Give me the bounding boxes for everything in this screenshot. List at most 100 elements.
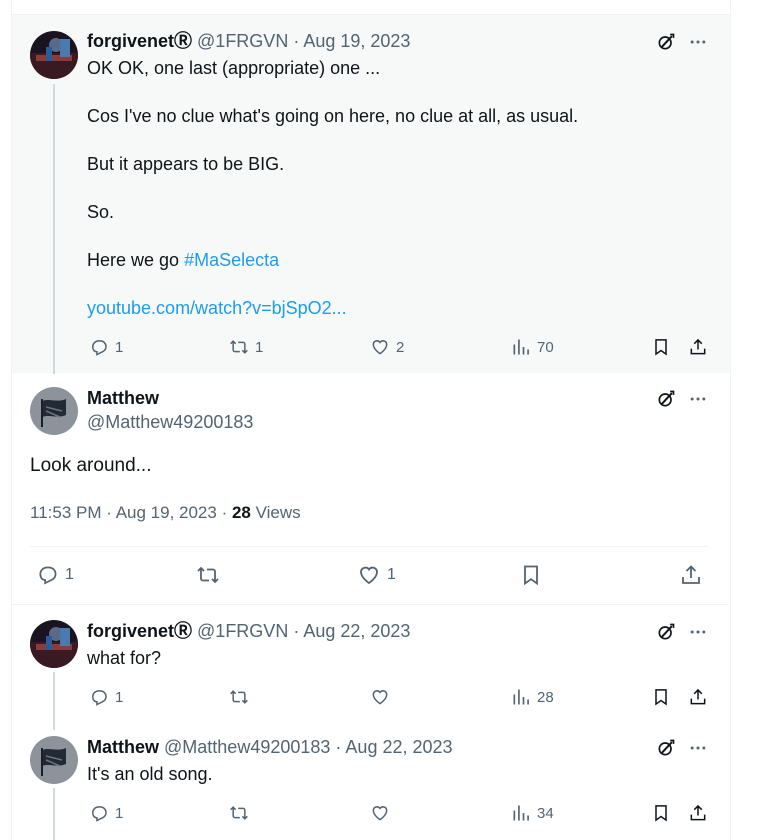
grok-icon[interactable]	[655, 31, 677, 53]
like-button[interactable]: 2	[370, 337, 404, 357]
like-icon	[370, 687, 390, 707]
repost-icon	[196, 563, 220, 587]
user-name[interactable]: forgivenet	[87, 621, 174, 641]
reply-icon	[89, 803, 109, 823]
like-icon	[370, 803, 390, 823]
views-count: 28	[231, 503, 251, 522]
repost-button[interactable]	[196, 563, 220, 587]
more-icon[interactable]	[687, 737, 709, 759]
bookmark-button[interactable]	[651, 337, 671, 357]
tweet-text-line: Cos I've no clue what's going on here, n…	[87, 106, 579, 126]
repost-count: 1	[255, 338, 264, 356]
views-label: Views	[255, 503, 301, 522]
reply-count: 1	[115, 688, 124, 706]
views-button[interactable]: 70	[511, 337, 554, 357]
share-button[interactable]	[679, 563, 703, 587]
bookmark-button[interactable]	[651, 687, 671, 707]
separator: ·	[216, 503, 232, 522]
reply-button[interactable]: 1	[36, 563, 74, 586]
thread-line	[53, 84, 55, 374]
tweet-date[interactable]: Aug 19, 2023	[116, 503, 217, 522]
tweet-text-line: So.	[87, 202, 115, 222]
user-name[interactable]: Matthew	[87, 388, 159, 408]
share-icon	[688, 803, 708, 823]
avatar[interactable]	[30, 31, 78, 79]
tweet-time[interactable]: 11:53 PM	[30, 503, 102, 522]
more-icon[interactable]	[687, 621, 709, 643]
tweet-text: It's an old song.	[87, 764, 213, 784]
reply-icon	[89, 337, 109, 357]
tweet-meta: 11:53 PM · Aug 19, 2023 · 28 Views	[30, 503, 301, 523]
user-handle[interactable]: @Matthew49200183	[87, 412, 253, 432]
thread-line	[53, 672, 55, 730]
tweet-text-line: Here we go #MaSelecta	[87, 249, 279, 271]
hashtag-link[interactable]: #MaSelecta	[184, 250, 279, 270]
tweet-date[interactable]: Aug 22, 2023	[345, 737, 452, 757]
views-icon	[511, 803, 531, 823]
repost-button[interactable]	[229, 803, 249, 823]
repost-icon	[229, 337, 249, 357]
avatar[interactable]	[30, 387, 78, 435]
divider	[30, 546, 708, 547]
user-handle[interactable]: @1FRGVN	[197, 621, 288, 641]
like-button[interactable]	[370, 803, 390, 823]
youtube-link[interactable]: youtube.com/watch?v=bjSpO2...	[87, 297, 347, 319]
separator: ·	[288, 621, 304, 641]
bookmark-icon	[519, 563, 543, 587]
views-count: 28	[537, 688, 554, 706]
verified-badge: Ⓡ	[174, 621, 193, 641]
reply-count: 1	[115, 804, 124, 822]
tweet-text-line: OK OK, one last (appropriate) one ...	[87, 58, 381, 78]
grok-icon[interactable]	[655, 621, 677, 643]
tweet-header: Matthew @Matthew49200183 · Aug 22, 2023	[87, 736, 453, 758]
like-button[interactable]	[370, 687, 390, 707]
tweet-header: forgivenetⓇ @1FRGVN · Aug 19, 2023	[87, 30, 410, 52]
like-icon	[357, 563, 381, 587]
tweet-date[interactable]: Aug 22, 2023	[303, 621, 410, 641]
verified-badge: Ⓡ	[174, 31, 193, 51]
tweet-date[interactable]: Aug 19, 2023	[303, 31, 410, 51]
grok-icon[interactable]	[655, 737, 677, 759]
bookmark-button[interactable]	[519, 563, 543, 587]
avatar[interactable]	[30, 620, 78, 668]
repost-button[interactable]	[229, 687, 249, 707]
more-icon[interactable]	[687, 31, 709, 53]
bookmark-icon	[651, 803, 671, 823]
reply-button[interactable]: 1	[89, 803, 123, 823]
tweet-text-line: But it appears to be BIG.	[87, 154, 285, 174]
bookmark-button[interactable]	[651, 803, 671, 823]
user-handle[interactable]: @Matthew49200183	[164, 737, 330, 757]
reply-count: 1	[65, 565, 74, 583]
views-count: 70	[537, 338, 554, 356]
share-button[interactable]	[688, 337, 708, 357]
repost-button[interactable]: 1	[229, 337, 263, 357]
reply-button[interactable]: 1	[89, 337, 123, 357]
tweet-text: what for?	[87, 648, 162, 668]
share-icon	[688, 337, 708, 357]
views-button[interactable]: 28	[511, 687, 554, 707]
separator: ·	[330, 737, 346, 757]
grok-icon[interactable]	[655, 388, 677, 410]
reply-icon	[89, 687, 109, 707]
more-icon[interactable]	[687, 388, 709, 410]
like-button[interactable]: 1	[357, 563, 396, 587]
views-icon	[511, 687, 531, 707]
separator: ·	[288, 31, 304, 51]
bookmark-icon	[651, 687, 671, 707]
repost-icon	[229, 687, 249, 707]
views-button[interactable]: 34	[511, 803, 554, 823]
previous-tweet-edge	[12, 0, 730, 15]
reply-button[interactable]: 1	[89, 687, 123, 707]
like-count: 2	[396, 338, 405, 356]
tweet-text-prefix: Here we go	[87, 250, 185, 270]
reply-count: 1	[115, 338, 124, 356]
share-button[interactable]	[688, 803, 708, 823]
avatar[interactable]	[30, 736, 78, 784]
thread-line	[53, 788, 55, 840]
share-button[interactable]	[688, 687, 708, 707]
user-handle[interactable]: @1FRGVN	[197, 31, 288, 51]
user-name[interactable]: Matthew	[87, 737, 159, 757]
like-count: 1	[387, 566, 396, 583]
user-name[interactable]: forgivenet	[87, 31, 174, 51]
bookmark-icon	[651, 337, 671, 357]
